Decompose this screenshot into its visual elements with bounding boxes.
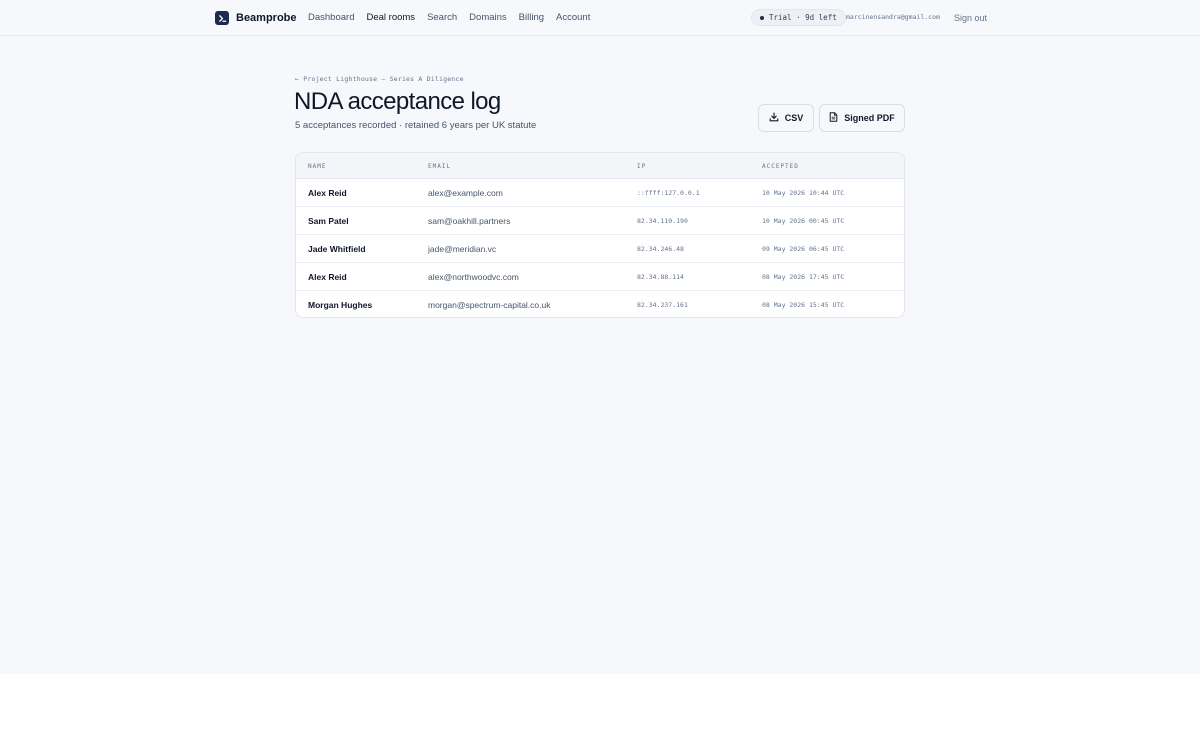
cell-accepted: 10 May 2026 00:45 UTC — [762, 217, 845, 225]
cell-ip: 82.34.246.48 — [637, 245, 684, 253]
cell-ip: 82.34.110.190 — [637, 217, 688, 225]
column-header-ip[interactable]: IP — [637, 163, 646, 170]
column-header-email[interactable]: EMAIL — [428, 163, 451, 170]
cell-name: Alex Reid — [308, 188, 347, 198]
csv-button-label: CSV — [784, 113, 804, 123]
nda-acceptance-table: NAME EMAIL IP ACCEPTED Alex Reid alex@ex… — [295, 152, 905, 318]
cell-name: Alex Reid — [308, 272, 347, 282]
nav-item-search[interactable]: Search — [427, 12, 457, 23]
table-row[interactable]: Sam Patel sam@oakhill.partners 82.34.110… — [296, 207, 904, 235]
trial-badge[interactable]: Trial · 9d left — [751, 9, 846, 26]
status-dot-icon — [760, 15, 764, 20]
cell-accepted: 09 May 2026 06:45 UTC — [762, 245, 845, 253]
nav-item-account[interactable]: Account — [556, 12, 590, 23]
main-nav: Dashboard Deal rooms Search Domains Bill… — [308, 12, 590, 23]
nav-item-billing[interactable]: Billing — [519, 12, 544, 23]
sign-out-link[interactable]: Sign out — [954, 13, 987, 23]
cell-name: Morgan Hughes — [308, 300, 373, 310]
user-email: marcinensandra@gmail.com — [846, 13, 940, 21]
cell-email: alex@northwoodvc.com — [428, 272, 519, 282]
pdf-button-label: Signed PDF — [844, 113, 895, 123]
nav-item-deal-rooms[interactable]: Deal rooms — [366, 12, 415, 23]
table-row[interactable]: Alex Reid alex@northwoodvc.com 82.34.88.… — [296, 263, 904, 291]
cell-accepted: 08 May 2026 17:45 UTC — [762, 273, 845, 281]
nav-item-domains[interactable]: Domains — [469, 12, 507, 23]
cell-ip: ::ffff:127.0.0.1 — [637, 189, 700, 197]
column-header-accepted[interactable]: ACCEPTED — [762, 163, 799, 170]
terminal-prompt-icon — [215, 11, 229, 25]
brand-name: Beamprobe — [236, 12, 297, 24]
page-title: NDA acceptance log — [294, 88, 501, 115]
signed-pdf-button[interactable]: Signed PDF — [819, 104, 905, 132]
nav-item-dashboard[interactable]: Dashboard — [308, 12, 354, 23]
trial-text: Trial · 9d left — [769, 13, 837, 22]
breadcrumb[interactable]: ← Project Lighthouse — Series A Diligenc… — [295, 75, 464, 83]
cell-ip: 82.34.88.114 — [637, 273, 684, 281]
page-subtitle: 5 acceptances recorded · retained 6 year… — [295, 120, 537, 131]
cell-accepted: 10 May 2026 10:44 UTC — [762, 189, 845, 197]
document-icon — [829, 112, 838, 124]
download-icon — [769, 112, 779, 124]
app-shell: Beamprobe Dashboard Deal rooms Search Do… — [0, 0, 1200, 674]
cell-name: Jade Whitfield — [308, 244, 366, 254]
cell-email: jade@meridian.vc — [428, 244, 497, 254]
cell-email: sam@oakhill.partners — [428, 216, 511, 226]
table-row[interactable]: Jade Whitfield jade@meridian.vc 82.34.24… — [296, 235, 904, 263]
table-row[interactable]: Alex Reid alex@example.com ::ffff:127.0.… — [296, 179, 904, 207]
column-header-name[interactable]: NAME — [308, 163, 326, 170]
csv-export-button[interactable]: CSV — [758, 104, 814, 132]
brand[interactable]: Beamprobe — [215, 10, 297, 26]
top-navigation: Beamprobe Dashboard Deal rooms Search Do… — [0, 0, 1200, 36]
cell-email: alex@example.com — [428, 188, 503, 198]
table-row[interactable]: Morgan Hughes morgan@spectrum-capital.co… — [296, 291, 904, 317]
table-header: NAME EMAIL IP ACCEPTED — [296, 153, 904, 179]
cell-accepted: 08 May 2026 15:45 UTC — [762, 301, 845, 309]
cell-name: Sam Patel — [308, 216, 349, 226]
cell-email: morgan@spectrum-capital.co.uk — [428, 300, 551, 310]
cell-ip: 82.34.237.161 — [637, 301, 688, 309]
